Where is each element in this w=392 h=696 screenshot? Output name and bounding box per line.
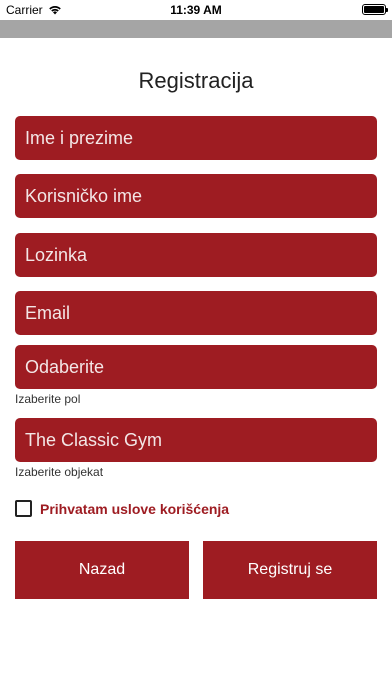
battery-group [362,4,388,15]
gender-select[interactable]: Odaberite [15,345,377,389]
terms-row[interactable]: Prihvatam uslove korišćenja [15,500,229,517]
status-bar: Carrier 11:39 AM [0,0,392,20]
back-button[interactable]: Nazad [15,541,189,599]
gender-hint: Izaberite pol [15,392,81,406]
email-input[interactable]: Email [15,291,377,335]
battery-icon [362,4,388,15]
terms-label[interactable]: Prihvatam uslove korišćenja [40,501,229,517]
page-title: Registracija [138,68,254,93]
password-input[interactable]: Lozinka [15,233,377,277]
register-button[interactable]: Registruj se [203,541,377,599]
full-name-input[interactable]: Ime i prezime [15,116,377,160]
clock: 11:39 AM [170,3,222,17]
nav-bar [0,20,392,38]
username-input[interactable]: Korisničko ime [15,174,377,218]
terms-checkbox[interactable] [15,500,32,517]
gym-hint: Izaberite objekat [15,465,104,479]
gym-select[interactable]: The Classic Gym [15,418,377,462]
